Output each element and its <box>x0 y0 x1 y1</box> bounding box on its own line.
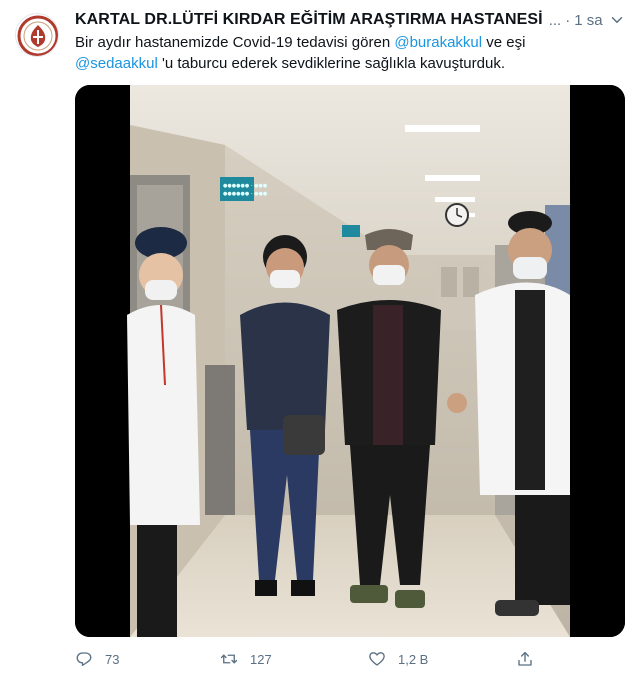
tweet[interactable]: KARTAL DR.LÜTFİ KIRDAR EĞİTİM ARAŞTIRMA … <box>0 0 640 676</box>
hallway-sign-line2: ●●●●●● - ●●● <box>223 191 268 197</box>
tweet-text-part2: ve eşi <box>482 34 526 51</box>
reply-count: 73 <box>105 651 120 667</box>
author-name[interactable]: KARTAL DR.LÜTFİ KIRDAR EĞİTİM ARAŞTIRMA … <box>75 11 543 29</box>
share-icon <box>518 651 532 666</box>
hospital-hallway-photo: ●●●●●● - ●●● ●●●●●● - ●●● <box>75 85 625 637</box>
tweet-video[interactable]: ●●●●●● - ●●● ●●●●●● - ●●● <box>75 85 625 637</box>
tweet-header: KARTAL DR.LÜTFİ KIRDAR EĞİTİM ARAŞTIRMA … <box>75 9 626 31</box>
name-ellipsis: ... <box>548 11 562 29</box>
chevron-down-icon[interactable] <box>608 11 626 29</box>
tweet-time[interactable]: 1 sa <box>574 12 602 29</box>
tweet-text-part1: Bir aydır hastanemizde Covid-19 tedavisi… <box>75 34 395 51</box>
share-button[interactable] <box>516 648 546 670</box>
heart-icon <box>369 652 385 666</box>
retweet-count: 127 <box>250 651 272 667</box>
like-button[interactable]: 1,2 B <box>368 648 428 670</box>
retweet-button[interactable]: 127 <box>220 648 272 670</box>
tweet-text-part3: 'u taburcu ederek sevdiklerine sağlıkla … <box>157 55 505 72</box>
like-count: 1,2 B <box>398 651 429 667</box>
retweet-icon <box>220 654 238 664</box>
mention-link-sedaakkul[interactable]: @sedaakkul <box>75 55 158 72</box>
author-avatar[interactable] <box>15 13 59 57</box>
mention-link-burakakkul[interactable]: @burakakkul <box>394 34 482 51</box>
reply-button[interactable]: 73 <box>75 648 119 670</box>
tweet-text: Bir aydır hastanemizde Covid-19 tedavisi… <box>75 32 615 74</box>
reply-icon <box>76 652 92 667</box>
separator-dot: · <box>565 11 571 29</box>
tweet-actions: 73 127 1,2 B <box>75 648 625 670</box>
hallway-sign-line1: ●●●●●● - ●●● <box>223 183 268 189</box>
hospital-logo-icon <box>17 15 58 56</box>
